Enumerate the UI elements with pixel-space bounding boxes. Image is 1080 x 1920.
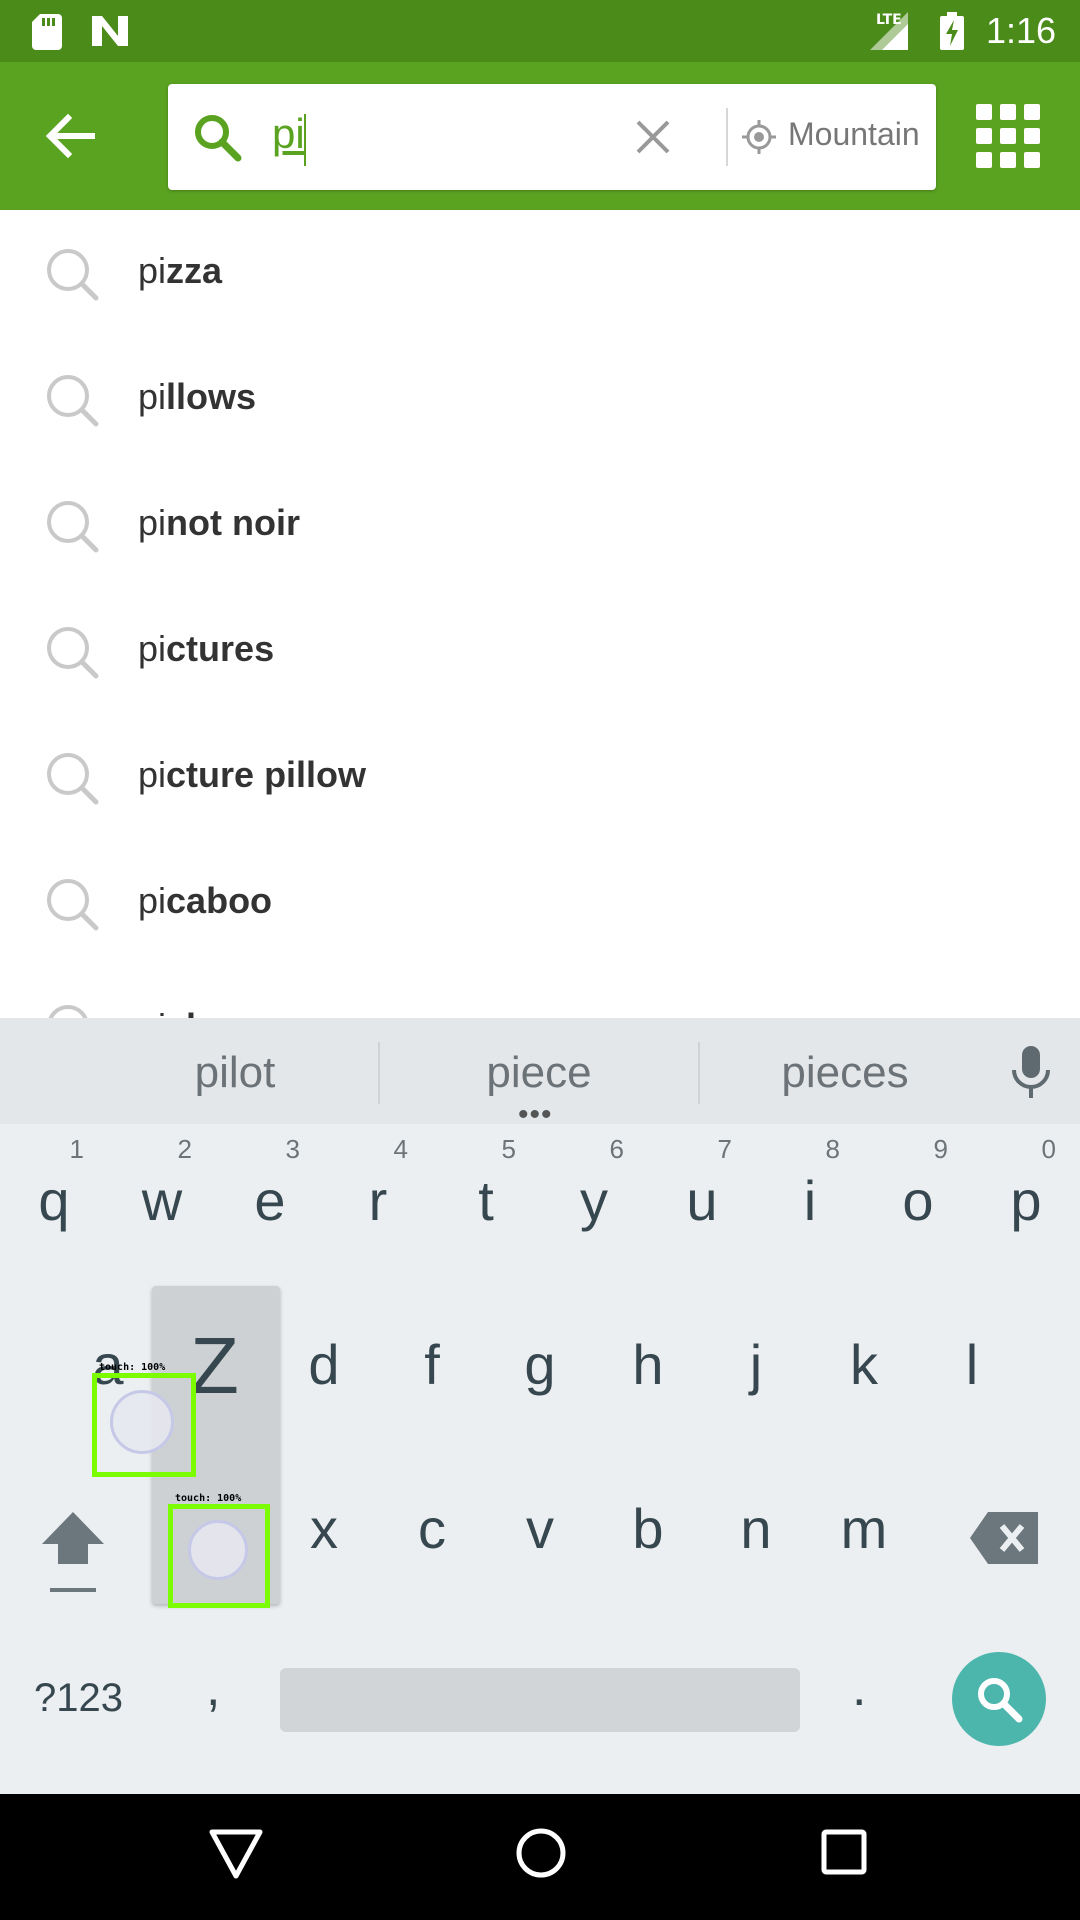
key-r[interactable]: r4 [346, 1134, 410, 1233]
period-key[interactable]: . [852, 1658, 866, 1718]
search-icon [47, 501, 99, 553]
space-bar[interactable] [280, 1668, 800, 1732]
key-t[interactable]: t5 [454, 1134, 518, 1233]
status-bar: LTE 1:16 [0, 0, 1080, 62]
suggestion-divider [378, 1042, 380, 1104]
nav-home-icon[interactable] [514, 1826, 568, 1880]
touch-label: touch: 100% [175, 1493, 242, 1504]
pressed-key-label: z [190, 1321, 239, 1410]
nav-back-icon[interactable] [208, 1826, 264, 1882]
suggestion-text: pickup [138, 1006, 250, 1018]
key-w[interactable]: w2 [130, 1134, 194, 1233]
key-v[interactable]: v [508, 1496, 572, 1561]
key-o[interactable]: o9 [886, 1134, 950, 1233]
shift-icon[interactable] [40, 1506, 106, 1596]
suggestion-text: pizza [138, 250, 223, 291]
search-box[interactable]: pi Mountain View [168, 84, 936, 190]
key-f[interactable]: f [400, 1332, 464, 1397]
keyboard-suggestion[interactable]: pieces [760, 1048, 930, 1098]
suggestion-item[interactable]: pinot noir [0, 462, 1080, 588]
touch-label: touch: 100% [99, 1362, 166, 1373]
suggestion-item[interactable]: pickup [0, 966, 1080, 1018]
keyboard-suggestion[interactable]: pilot [150, 1048, 320, 1098]
search-icon [47, 249, 99, 301]
apps-grid-icon[interactable] [976, 104, 1040, 168]
app-toolbar: pi Mountain View [0, 62, 1080, 210]
microphone-icon[interactable] [1008, 1046, 1054, 1100]
suggestion-text: pictures [138, 628, 275, 669]
suggestion-text: picture pillow [138, 754, 367, 795]
nav-recents-icon[interactable] [820, 1828, 868, 1876]
sd-card-icon [32, 14, 62, 50]
suggestion-list: pizza pillows pinot noir pictures pictur… [0, 210, 1080, 1018]
search-icon [48, 1005, 88, 1018]
key-y[interactable]: y6 [562, 1134, 626, 1233]
keyboard-suggestion-strip: pilot piece ••• pieces [0, 1018, 1080, 1131]
suggestion-divider [698, 1042, 700, 1104]
key-h[interactable]: h [616, 1332, 680, 1397]
n-notification-icon [92, 16, 128, 46]
text-cursor [304, 114, 306, 166]
location-field[interactable]: Mountain View [788, 116, 928, 153]
back-arrow-icon[interactable] [40, 106, 100, 166]
symbols-key[interactable]: ?123 [34, 1676, 123, 1721]
search-input[interactable]: pi [272, 110, 305, 158]
key-c[interactable]: c [400, 1496, 464, 1561]
search-icon [47, 753, 99, 805]
key-g[interactable]: g [508, 1332, 572, 1397]
key-p[interactable]: p0 [994, 1134, 1058, 1233]
signal-icon [870, 12, 908, 50]
search-divider [726, 108, 728, 166]
key-n[interactable]: n [724, 1496, 788, 1561]
search-icon [47, 375, 99, 427]
key-j[interactable]: j [724, 1332, 788, 1397]
clock: 1:16 [986, 10, 1057, 51]
key-e[interactable]: e3 [238, 1134, 302, 1233]
touch-point [188, 1520, 248, 1580]
key-i[interactable]: i8 [778, 1134, 842, 1233]
key-q[interactable]: q1 [22, 1134, 86, 1233]
key-x[interactable]: x [292, 1496, 356, 1561]
soft-keyboard: pilot piece ••• pieces q1 w2 e3 r4 t5 y6… [0, 1018, 1080, 1794]
search-icon [47, 627, 99, 679]
suggestion-item[interactable]: picaboo [0, 840, 1080, 966]
keyboard-suggestion[interactable]: piece [452, 1048, 626, 1098]
search-icon [47, 879, 99, 931]
backspace-icon[interactable] [970, 1512, 1038, 1564]
suggestion-item[interactable]: pizza [0, 210, 1080, 336]
battery-charging-icon [940, 12, 964, 50]
key-k[interactable]: k [832, 1332, 896, 1397]
location-target-icon[interactable] [742, 120, 776, 154]
system-nav-bar [0, 1794, 1080, 1920]
touch-point [110, 1390, 174, 1454]
suggestion-item[interactable]: pillows [0, 336, 1080, 462]
suggestion-text: picaboo [138, 880, 273, 921]
suggestion-text: pillows [138, 376, 257, 417]
more-suggestions-icon: ••• [518, 1098, 553, 1131]
search-icon [195, 115, 242, 162]
suggestion-text: pinot noir [138, 502, 300, 543]
clear-icon[interactable] [630, 114, 676, 160]
comma-key[interactable]: , [206, 1658, 220, 1718]
key-u[interactable]: u7 [670, 1134, 734, 1233]
key-b[interactable]: b [616, 1496, 680, 1561]
key-d[interactable]: d [292, 1332, 356, 1397]
keyboard-search-button[interactable] [952, 1652, 1046, 1746]
key-m[interactable]: m [832, 1496, 896, 1561]
search-icon [978, 1678, 1023, 1723]
suggestion-item[interactable]: picture pillow [0, 714, 1080, 840]
key-l[interactable]: l [940, 1332, 1004, 1397]
suggestion-item[interactable]: pictures [0, 588, 1080, 714]
